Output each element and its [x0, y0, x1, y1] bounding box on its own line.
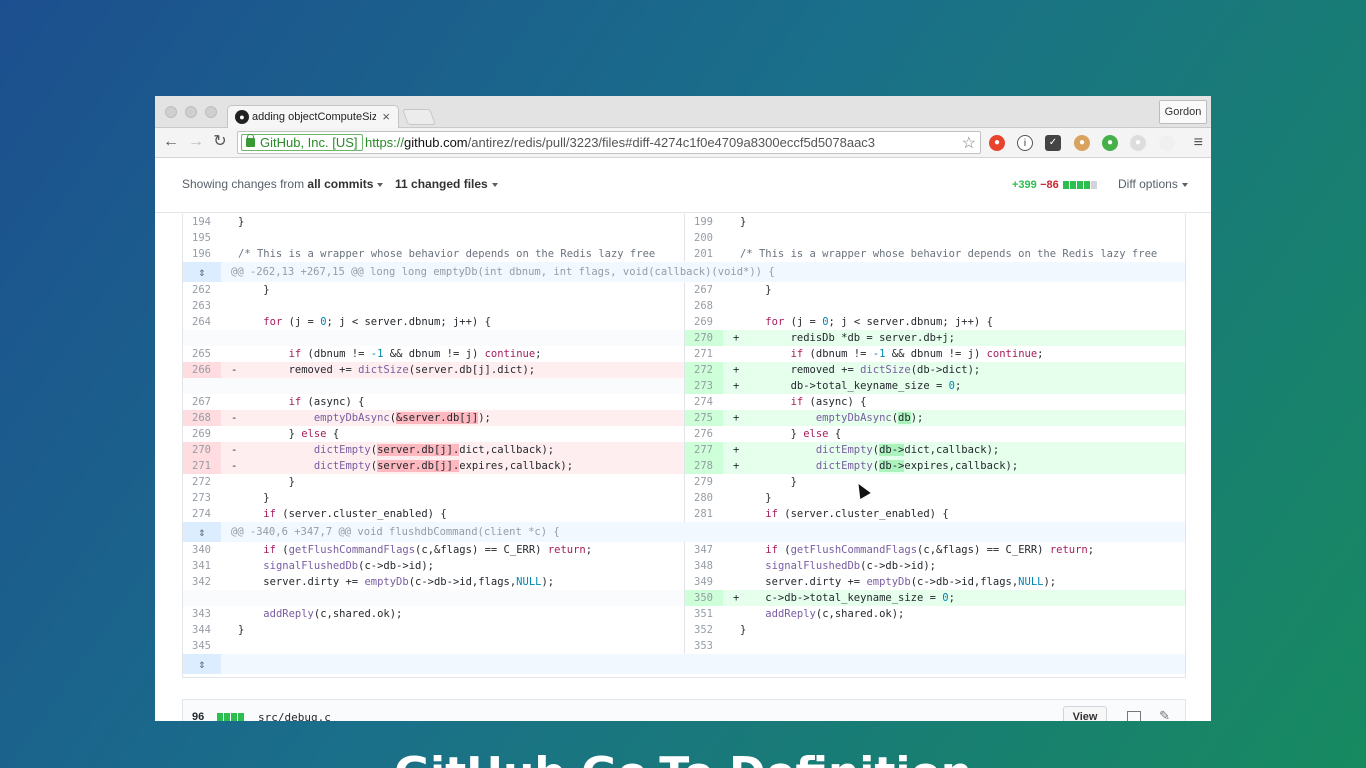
- changed-files-dropdown[interactable]: 11 changed files: [395, 177, 498, 191]
- hangouts-extension-icon[interactable]: ●: [1102, 135, 1118, 151]
- reload-icon[interactable]: ↻: [211, 133, 229, 151]
- forward-icon[interactable]: →: [187, 133, 205, 151]
- pencil-icon[interactable]: ✎: [1159, 708, 1170, 721]
- diff-row: 345 353: [183, 638, 1185, 654]
- diff-row: 195 200: [183, 230, 1185, 246]
- url-scheme: https://: [365, 135, 405, 150]
- diff-row: 272 } 279 }: [183, 474, 1185, 490]
- close-window-button[interactable]: [165, 106, 177, 118]
- browser-toolbar: ← → ↻ GitHub, Inc. [US] https://github.c…: [155, 128, 1211, 158]
- deletions-count: −86: [1040, 179, 1059, 191]
- caption-title: GitHub Go-To Definition: [0, 748, 1366, 768]
- chevron-down-icon: [1181, 182, 1188, 187]
- diff-row: 340 if (getFlushCommandFlags(c,&flags) =…: [183, 542, 1185, 558]
- chevron-down-icon: [377, 182, 384, 187]
- diff-row: 343 addReply(c,shared.ok); 351 addReply(…: [183, 606, 1185, 622]
- pr-toolbar: Showing changes from all commits 11 chan…: [155, 158, 1211, 213]
- diffstat: +399 −86: [1012, 177, 1098, 192]
- secure-badge[interactable]: GitHub, Inc. [US]: [241, 134, 363, 151]
- lock-icon: [246, 134, 255, 147]
- commits-filter-prefix: Showing changes from: [182, 177, 305, 191]
- url-path: /antirez/redis/pull/3223/files#diff-4274…: [467, 135, 876, 150]
- expand-icon[interactable]: ⇕: [183, 262, 221, 282]
- github-page: Showing changes from all commits 11 chan…: [155, 158, 1211, 721]
- diff-row: 196/* This is a wrapper whose behavior d…: [183, 246, 1185, 262]
- diff-row: 263 268: [183, 298, 1185, 314]
- diff-row: 267 if (async) { 274 if (async) {: [183, 394, 1185, 410]
- additions-count: +399: [1012, 179, 1037, 191]
- browser-window: ● adding objectComputeSize × Gordon ← → …: [155, 96, 1211, 721]
- secure-label: GitHub, Inc. [US]: [260, 135, 358, 150]
- hunk-footer: ⇕: [183, 654, 1185, 674]
- zoom-window-button[interactable]: [205, 106, 217, 118]
- diff-row: 342 server.dirty += emptyDb(c->db->id,fl…: [183, 574, 1185, 590]
- extension-icon[interactable]: ●: [1130, 135, 1146, 151]
- commits-filter[interactable]: Showing changes from all commits: [182, 177, 384, 191]
- diff-options-dropdown[interactable]: Diff options: [1118, 177, 1188, 191]
- adblock-extension-icon[interactable]: ●: [989, 135, 1005, 151]
- expand-icon[interactable]: ⇕: [183, 654, 221, 674]
- view-file-button[interactable]: View: [1063, 706, 1107, 721]
- close-tab-icon[interactable]: ×: [382, 109, 390, 124]
- url-host: github.com: [404, 135, 468, 150]
- expand-icon[interactable]: ⇕: [183, 522, 221, 542]
- menu-icon[interactable]: ≡: [1194, 134, 1203, 152]
- pocket-extension-icon[interactable]: ✓: [1045, 135, 1061, 151]
- file-diffstat: 96: [192, 711, 205, 721]
- new-tab-button[interactable]: [402, 109, 436, 125]
- desktop-icon[interactable]: [1127, 711, 1141, 721]
- file-header: 96 src/debug.c View ✎: [182, 699, 1186, 721]
- url-text: https://github.com/antirez/redis/pull/32…: [365, 135, 875, 150]
- file-name[interactable]: src/debug.c: [258, 711, 331, 721]
- diff-options-label: Diff options: [1118, 177, 1178, 191]
- tab-title: adding objectComputeSize: [252, 111, 376, 123]
- diff-row: 266- removed += dictSize(server.db[j].di…: [183, 362, 1185, 378]
- diff-row: 270 + redisDb *db = server.db+j;: [183, 330, 1185, 346]
- browser-tab[interactable]: ● adding objectComputeSize ×: [227, 105, 399, 129]
- tab-strip: ● adding objectComputeSize × Gordon: [155, 96, 1211, 129]
- diffstat-blocks: [1062, 178, 1098, 192]
- diff-row: 273 } 280 }: [183, 490, 1185, 506]
- hunk-header: ⇕ @@ -262,13 +267,15 @@ long long emptyD…: [183, 262, 1185, 282]
- diff-row: 264 for (j = 0; j < server.dbnum; j++) {…: [183, 314, 1185, 330]
- diff-row: 271- dictEmpty(server.db[j].expires,call…: [183, 458, 1185, 474]
- diff-row: 341 signalFlushedDb(c->db->id); 348 sign…: [183, 558, 1185, 574]
- diff-row: 269 } else { 276 } else {: [183, 426, 1185, 442]
- cookie-extension-icon[interactable]: ●: [1074, 135, 1090, 151]
- diff-row: 265 if (dbnum != -1 && dbnum != j) conti…: [183, 346, 1185, 362]
- extension-icon[interactable]: [1159, 135, 1175, 151]
- hunk-header: ⇕ @@ -340,6 +347,7 @@ void flushdbComman…: [183, 522, 1185, 542]
- chevron-down-icon: [491, 182, 498, 187]
- minimize-window-button[interactable]: [185, 106, 197, 118]
- hunk-header-text: @@ -340,6 +347,7 @@ void flushdbCommand(…: [231, 526, 560, 538]
- commits-filter-value: all commits: [307, 177, 374, 191]
- file-diffstat-blocks: [217, 712, 245, 721]
- diff-row: 268- emptyDbAsync(&server.db[j]); 275 + e…: [183, 410, 1185, 426]
- github-icon: ●: [235, 110, 249, 124]
- diff-row: 262 } 267 }: [183, 282, 1185, 298]
- split-diff: 194} 199} 195 200 196/* This is a wrappe…: [182, 214, 1186, 678]
- back-icon[interactable]: ←: [162, 133, 180, 151]
- changed-files-label: 11 changed files: [395, 177, 488, 191]
- diff-row: 270- dictEmpty(server.db[j].dict,callbac…: [183, 442, 1185, 458]
- profile-button[interactable]: Gordon: [1159, 100, 1207, 124]
- diff-row: 274 if (server.cluster_enabled) { 281 if…: [183, 506, 1185, 522]
- diff-row: 344} 352}: [183, 622, 1185, 638]
- onepassword-extension-icon[interactable]: i: [1017, 135, 1033, 151]
- diff-row: 350 + c->db->total_keyname_size = 0;: [183, 590, 1185, 606]
- bookmark-star-icon[interactable]: ☆: [962, 133, 976, 153]
- hunk-header-text: @@ -262,13 +267,15 @@ long long emptyDb(…: [231, 266, 775, 278]
- address-bar[interactable]: GitHub, Inc. [US] https://github.com/ant…: [237, 131, 981, 154]
- diff-row: 273 + db->total_keyname_size = 0;: [183, 378, 1185, 394]
- diff-row: 194} 199}: [183, 214, 1185, 230]
